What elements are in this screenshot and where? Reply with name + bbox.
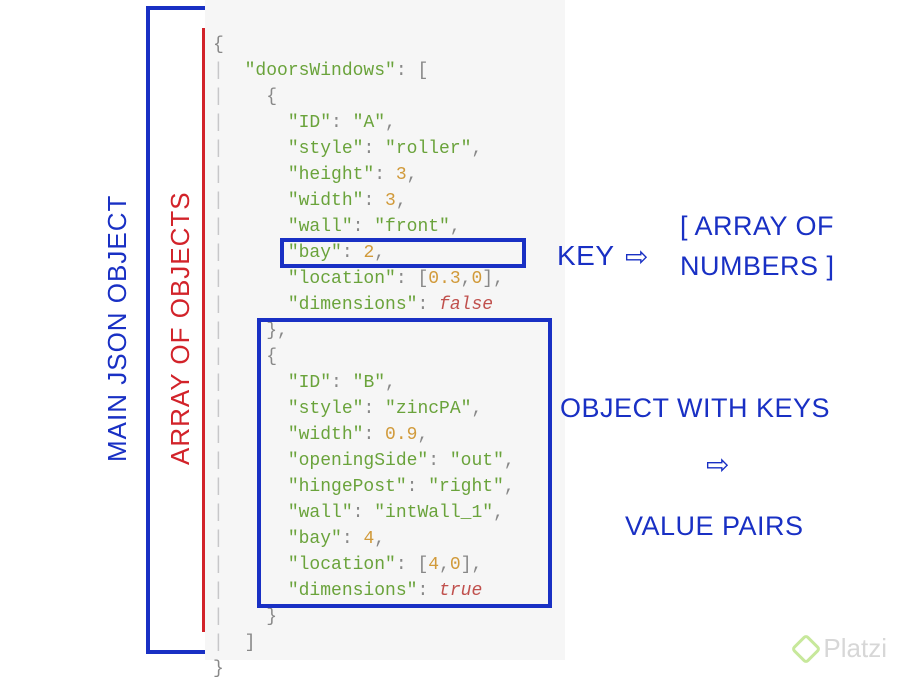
A-v-style: "roller" <box>385 139 471 159</box>
cm: , <box>417 425 428 445</box>
label-key: KEY <box>557 240 615 272</box>
A-loc-b: 0 <box>471 269 482 289</box>
colon: : <box>396 61 418 81</box>
cm: , <box>385 113 396 133</box>
A-k-bay: "bay" <box>288 243 342 263</box>
label-object-with-keys: OBJECT WITH KEYS <box>560 388 830 428</box>
A-loc-sep: , <box>461 269 472 289</box>
B-k-location: "location" <box>288 555 396 575</box>
platzi-watermark: Platzi <box>795 633 887 664</box>
cm: , <box>472 555 483 575</box>
cm: , <box>374 243 385 263</box>
arr-close: ] <box>245 633 256 653</box>
c: : <box>407 477 429 497</box>
label-value-pairs: VALUE PAIRS <box>625 506 804 546</box>
B-v-dimensions: true <box>439 581 482 601</box>
c: : <box>363 399 385 419</box>
arrow-object-to-value: ⇨ <box>706 448 742 470</box>
outer-open: { <box>213 35 224 55</box>
cm: , <box>493 503 504 523</box>
cm: , <box>450 217 461 237</box>
cm: , <box>471 139 482 159</box>
objA-close: }, <box>266 321 288 341</box>
cm: , <box>471 399 482 419</box>
A-k-location: "location" <box>288 269 396 289</box>
key-doorsWindows: "doorsWindows" <box>245 61 396 81</box>
A-v-bay: 2 <box>363 243 374 263</box>
c: : <box>396 269 418 289</box>
c: : <box>363 191 385 211</box>
c: : <box>353 503 375 523</box>
array-of-numbers-line1: [ ARRAY OF <box>680 206 835 246</box>
A-loc-a: 0.3 <box>428 269 460 289</box>
c: : <box>363 139 385 159</box>
B-v-style: "zincPA" <box>385 399 471 419</box>
B-loc-a: 4 <box>428 555 439 575</box>
B-k-hingePost: "hingePost" <box>288 477 407 497</box>
label-main-json-object: MAIN JSON OBJECT <box>102 150 133 506</box>
B-v-width: 0.9 <box>385 425 417 445</box>
A-k-width: "width" <box>288 191 364 211</box>
platzi-logo-icon <box>791 633 822 664</box>
label-array-of-numbers: [ ARRAY OF NUMBERS ] <box>680 206 835 286</box>
B-v-ID: "B" <box>353 373 385 393</box>
B-k-width: "width" <box>288 425 364 445</box>
c: : <box>363 425 385 445</box>
B-k-openingSide: "openingSide" <box>288 451 428 471</box>
c: : <box>417 295 439 315</box>
c: : <box>417 581 439 601</box>
cm: , <box>374 529 385 549</box>
B-loc-open: [ <box>417 555 428 575</box>
B-k-style: "style" <box>288 399 364 419</box>
B-v-bay: 4 <box>363 529 374 549</box>
A-k-style: "style" <box>288 139 364 159</box>
A-loc-close: ] <box>482 269 493 289</box>
B-v-openingSide: "out" <box>450 451 504 471</box>
A-k-dimensions: "dimensions" <box>288 295 418 315</box>
A-v-height: 3 <box>396 165 407 185</box>
c: : <box>374 165 396 185</box>
c: : <box>428 451 450 471</box>
objB-open: { <box>266 347 277 367</box>
c: : <box>342 529 364 549</box>
B-k-ID: "ID" <box>288 373 331 393</box>
A-v-width: 3 <box>385 191 396 211</box>
code-block: { | "doorsWindows": [ | { | "ID": "A", |… <box>205 0 565 660</box>
B-loc-sep: , <box>439 555 450 575</box>
A-v-dimensions: false <box>439 295 493 315</box>
B-v-hingePost: "right" <box>428 477 504 497</box>
objA-open: { <box>266 87 277 107</box>
cm: , <box>385 373 396 393</box>
A-k-ID: "ID" <box>288 113 331 133</box>
A-k-wall: "wall" <box>288 217 353 237</box>
c: : <box>353 217 375 237</box>
A-v-wall: "front" <box>374 217 450 237</box>
c: : <box>396 555 418 575</box>
arrow-key-to-array: ⇨ <box>625 240 661 262</box>
cm: , <box>407 165 418 185</box>
cm: , <box>396 191 407 211</box>
B-loc-close: ] <box>461 555 472 575</box>
arr-open: [ <box>417 61 428 81</box>
outer-close: } <box>213 659 224 679</box>
cm: , <box>504 451 515 471</box>
B-v-wall: "intWall_1" <box>374 503 493 523</box>
B-k-wall: "wall" <box>288 503 353 523</box>
B-k-bay: "bay" <box>288 529 342 549</box>
cm: , <box>504 477 515 497</box>
label-array-of-objects: ARRAY OF OBJECTS <box>165 160 196 496</box>
c: : <box>331 373 353 393</box>
c: : <box>342 243 364 263</box>
A-loc-open: [ <box>417 269 428 289</box>
c: : <box>331 113 353 133</box>
B-k-dimensions: "dimensions" <box>288 581 418 601</box>
A-k-height: "height" <box>288 165 374 185</box>
A-v-ID: "A" <box>353 113 385 133</box>
B-loc-b: 0 <box>450 555 461 575</box>
platzi-text: Platzi <box>823 633 887 664</box>
array-of-numbers-line2: NUMBERS ] <box>680 246 835 286</box>
cm: , <box>493 269 504 289</box>
objB-close: } <box>266 607 277 627</box>
